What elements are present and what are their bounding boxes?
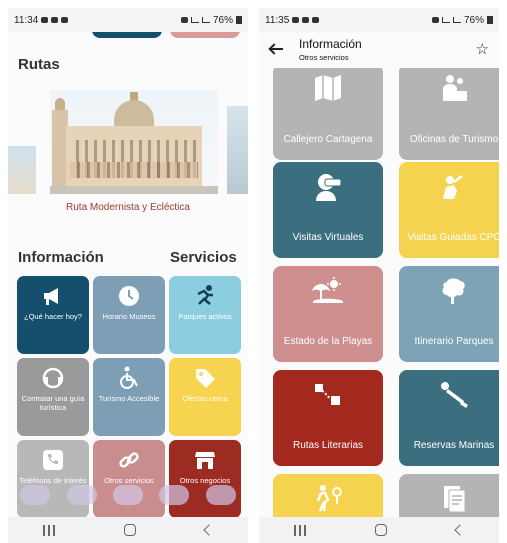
image-icon [312, 17, 320, 23]
tile-ofertas-cerca[interactable]: Ofertas cerca [169, 358, 241, 436]
beach-icon [273, 276, 383, 304]
tile-rutas-literarias[interactable]: Rutas Literarias [273, 370, 383, 466]
running-person-icon [193, 284, 217, 308]
cloud-icon [51, 17, 59, 23]
route-caption[interactable]: Ruta Modernista y Ecléctica [8, 202, 248, 213]
info-desk-icon [399, 74, 499, 102]
toolbar-button[interactable] [112, 485, 143, 505]
vr-headset-icon [273, 172, 383, 202]
battery-icon [487, 16, 493, 24]
toolbar-button[interactable] [20, 485, 51, 505]
battery-icon [236, 16, 242, 24]
megaphone-icon [42, 284, 64, 308]
back-icon[interactable] [203, 524, 215, 536]
clock-icon [118, 284, 140, 308]
wifi-icon [441, 17, 450, 23]
tile-oficinas-turismo[interactable]: Oficinas de Turismo [399, 64, 499, 160]
headset-icon [41, 366, 65, 390]
battery-percent: 76% [212, 14, 233, 26]
toolbar-button[interactable] [159, 485, 190, 505]
notification-icon [292, 17, 300, 23]
tile-callejero-cartagena[interactable]: Callejero Cartagena [273, 64, 383, 160]
diver-icon [399, 380, 499, 410]
tile-reservas-marinas[interactable]: Reservas Marinas [399, 370, 499, 466]
status-time: 11:34 [14, 14, 39, 26]
tile-contratar-guia[interactable]: Contratar una guía turística [17, 358, 89, 436]
alarm-icon [180, 17, 188, 23]
system-nav-bar [259, 517, 499, 543]
rutas-heading: Rutas [18, 56, 60, 73]
store-icon [193, 448, 217, 472]
toolbar-button[interactable] [205, 485, 236, 505]
cloud-icon [302, 17, 310, 23]
page-title: Información [299, 37, 362, 51]
phone-icon [41, 448, 65, 472]
notification-icon [41, 17, 49, 23]
wheelchair-icon [118, 366, 140, 390]
favorite-star-icon[interactable]: ☆ [476, 40, 489, 58]
status-bar: 11:34 76% [8, 8, 248, 32]
recent-apps-icon[interactable] [293, 524, 306, 536]
tile-parques-activos[interactable]: Parques activos [169, 276, 241, 354]
tile-horario-museos[interactable]: Horario Museos [93, 276, 165, 354]
servicios-heading: Servicios [170, 249, 237, 266]
floating-toolbar[interactable] [12, 480, 244, 510]
hiker-icon [273, 484, 383, 512]
recent-apps-icon[interactable] [42, 524, 55, 536]
page-subtitle: Otros servicios [299, 53, 349, 62]
app-bar: Información Otros servicios ☆ [259, 32, 499, 68]
guide-icon [399, 172, 499, 200]
home-icon[interactable] [374, 524, 387, 536]
document-icon [399, 484, 499, 512]
park-icon [399, 276, 499, 306]
status-time: 11:35 [265, 14, 290, 26]
phone-screen-right: 11:35 76% Información Otros servicios ☆ … [259, 8, 499, 543]
link-icon [117, 448, 141, 472]
tag-icon [193, 366, 217, 390]
toolbar-button[interactable] [66, 485, 97, 505]
alarm-icon [431, 17, 439, 23]
tile-itinerario-parques[interactable]: Itinerario Parques [399, 266, 499, 362]
back-arrow-icon[interactable] [269, 44, 283, 54]
tile-visitas-virtuales[interactable]: Visitas Virtuales [273, 162, 383, 258]
system-nav-bar [8, 517, 248, 543]
signal-icon [201, 17, 210, 23]
route-photo-prev[interactable] [8, 146, 36, 194]
back-icon[interactable] [454, 524, 466, 536]
wifi-icon [190, 17, 199, 23]
home-icon[interactable] [123, 524, 136, 536]
map-icon [273, 74, 383, 102]
status-bar: 11:35 76% [259, 8, 499, 32]
tile-visitas-guiadas[interactable]: Visitas Guiadas CPC [399, 162, 499, 258]
image-icon [61, 17, 69, 23]
tile-que-hacer-hoy[interactable]: ¿Qué hacer hoy? [17, 276, 89, 354]
tile-estado-playas[interactable]: Estado de la Playas [273, 266, 383, 362]
signal-icon [452, 17, 461, 23]
phone-screen-left: 11:34 76% Rutas Ruta Modernista y Ecléct… [8, 8, 248, 543]
route-photo-next[interactable] [227, 106, 248, 194]
tile-turismo-accesible[interactable]: Turismo Accesible [93, 358, 165, 436]
informacion-heading: Información [18, 249, 104, 266]
route-icon [273, 380, 383, 408]
battery-percent: 76% [463, 14, 484, 26]
route-photo[interactable] [50, 90, 218, 194]
